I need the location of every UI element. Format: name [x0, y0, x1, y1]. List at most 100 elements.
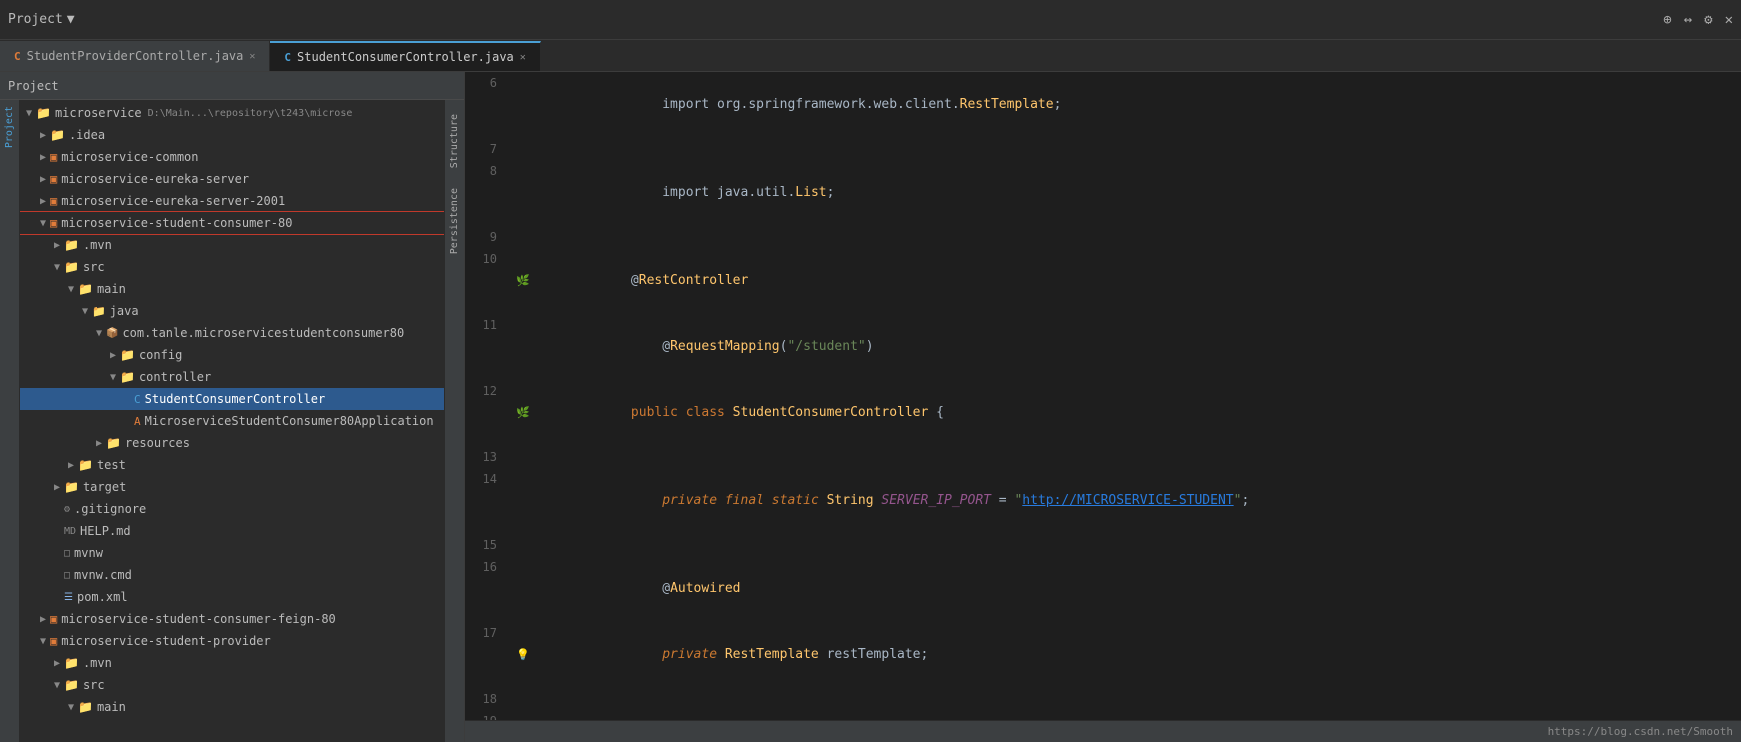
tree-item-mvnw[interactable]: □ mvnw [20, 542, 444, 564]
tab-bar: C StudentProviderController.java ✕ C Stu… [0, 40, 1741, 72]
tree-item-app[interactable]: A MicroserviceStudentConsumer80Applicati… [20, 410, 444, 432]
tree-arrow: ▼ [36, 218, 50, 229]
line-gutter [513, 534, 533, 556]
line-gutter [513, 710, 533, 720]
tree-item-eureka-2001[interactable]: ▶ ▣ microservice-eureka-server-2001 [20, 190, 444, 212]
project-label: Project [8, 12, 63, 27]
cmd-icon: □ [64, 570, 70, 581]
code-line-13: 13 [465, 446, 1741, 468]
tree-item-controller[interactable]: ▼ 📁 controller [20, 366, 444, 388]
tree-item-mvn[interactable]: ▶ 📁 .mvn [20, 234, 444, 256]
project-tab-vertical[interactable]: Project [2, 100, 17, 154]
split-icon[interactable]: ↔ [1684, 12, 1692, 28]
tab-close-consumer[interactable]: ✕ [520, 52, 526, 63]
tree-item-idea[interactable]: ▶ 📁 .idea [20, 124, 444, 146]
tree-label: src [83, 678, 105, 692]
line-gutter: 🌿 [513, 380, 533, 446]
code-content[interactable]: 6 import org.springframework.web.client.… [465, 72, 1741, 720]
tree-item-java[interactable]: ▼ 📁 java [20, 300, 444, 322]
project-dropdown[interactable]: Project ▼ [8, 12, 75, 27]
code-line-17: 17 💡 private RestTemplate restTemplate; [465, 622, 1741, 688]
line-gutter [513, 72, 533, 138]
module-icon: ▣ [50, 172, 57, 186]
tree-item-common[interactable]: ▶ ▣ microservice-common [20, 146, 444, 168]
folder-icon-src: 📁 [64, 260, 79, 274]
file-icon: □ [64, 548, 70, 559]
tree-item-provider[interactable]: ▼ ▣ microservice-student-provider [20, 630, 444, 652]
tree-item-consumer-controller[interactable]: C StudentConsumerController [20, 388, 444, 410]
folder-icon-controller: 📁 [120, 370, 135, 384]
line-number: 9 [465, 226, 513, 248]
tree-item-test[interactable]: ▶ 📁 test [20, 454, 444, 476]
line-code [533, 226, 1741, 248]
line-code [533, 446, 1741, 468]
line-gutter [513, 688, 533, 710]
gear-icon[interactable]: ⚙ [1704, 12, 1712, 28]
tab-label-provider: StudentProviderController.java [27, 49, 244, 63]
tree-label: microservice-student-consumer-feign-80 [61, 612, 336, 626]
tree-item-config[interactable]: ▶ 📁 config [20, 344, 444, 366]
tree-item-main[interactable]: ▼ 📁 main [20, 278, 444, 300]
close-icon[interactable]: ✕ [1725, 12, 1733, 28]
tree-label: main [97, 700, 126, 714]
tree-label: controller [139, 370, 211, 384]
tab-student-consumer[interactable]: C StudentConsumerController.java ✕ [270, 41, 540, 71]
tree-item-src[interactable]: ▼ 📁 src [20, 256, 444, 278]
folder-icon: 📁 [78, 458, 93, 472]
tree-item-mvnw-cmd[interactable]: □ mvnw.cmd [20, 564, 444, 586]
sidebar-header: Project [0, 72, 464, 100]
tree-label: microservice-common [61, 150, 198, 164]
tree-path: D:\Main...\repository\t243\microse [148, 108, 353, 119]
line-gutter [513, 138, 533, 160]
tree-item-src2[interactable]: ▼ 📁 src [20, 674, 444, 696]
tree-label: microservice [55, 106, 142, 120]
sidebar: Project Project ▼ 📁 microservice D:\Main… [0, 72, 465, 742]
tab-student-provider[interactable]: C StudentProviderController.java ✕ [0, 41, 270, 71]
tree-item-help[interactable]: MD HELP.md [20, 520, 444, 542]
code-line-19: 19 @PostMapping(value="/save") [465, 710, 1741, 720]
tree-label: mvnw [74, 546, 103, 560]
line-gutter: 🌿 [513, 248, 533, 314]
tree-label: resources [125, 436, 190, 450]
folder-icon: 📁 [36, 106, 51, 120]
code-line-7: 7 [465, 138, 1741, 160]
tree-item-eureka[interactable]: ▶ ▣ microservice-eureka-server [20, 168, 444, 190]
line-number: 18 [465, 688, 513, 710]
tree-label: com.tanle.microservicestudentconsumer80 [122, 326, 404, 340]
globe-icon[interactable]: ⊕ [1663, 12, 1671, 28]
tree-label: test [97, 458, 126, 472]
tree-item-package[interactable]: ▼ 📦 com.tanle.microservicestudentconsume… [20, 322, 444, 344]
tab-close-provider[interactable]: ✕ [249, 51, 255, 62]
tree-item-resources[interactable]: ▶ 📁 resources [20, 432, 444, 454]
tree-item-feign-80[interactable]: ▶ ▣ microservice-student-consumer-feign-… [20, 608, 444, 630]
tree-item-microservice[interactable]: ▼ 📁 microservice D:\Main...\repository\t… [20, 102, 444, 124]
persistence-tab[interactable]: Persistence [447, 182, 462, 260]
tree-arrow: ▶ [36, 196, 50, 207]
status-url: https://blog.csdn.net/Smooth [1548, 725, 1733, 738]
md-icon: MD [64, 526, 76, 537]
tree-item-mvn2[interactable]: ▶ 📁 .mvn [20, 652, 444, 674]
line-number: 6 [465, 72, 513, 138]
lamp-icon: 💡 [516, 644, 530, 666]
tree-item-consumer-80[interactable]: ▼ ▣ microservice-student-consumer-80 [20, 212, 444, 234]
line-code: @RequestMapping("/student") [533, 314, 1741, 380]
line-gutter [513, 226, 533, 248]
tree-arrow: ▶ [50, 482, 64, 493]
tree-arrow: ▼ [64, 284, 78, 295]
tree-item-pom[interactable]: ☰ pom.xml [20, 586, 444, 608]
structure-tab[interactable]: Structure [447, 108, 462, 174]
tree-item-gitignore[interactable]: ⚙ .gitignore [20, 498, 444, 520]
tree-arrow: ▼ [92, 328, 106, 339]
tree-item-main2[interactable]: ▼ 📁 main [20, 696, 444, 718]
line-number: 7 [465, 138, 513, 160]
folder-icon: 📁 [106, 436, 121, 450]
java-class-icon: C [134, 393, 141, 406]
line-gutter: 💡 [513, 622, 533, 688]
code-line-6: 6 import org.springframework.web.client.… [465, 72, 1741, 138]
line-number: 10 [465, 248, 513, 314]
tree-item-target[interactable]: ▶ 📁 target [20, 476, 444, 498]
java-icon: C [14, 50, 21, 63]
tree-label: microservice-student-provider [61, 634, 271, 648]
line-number: 16 [465, 556, 513, 622]
tree-arrow: ▶ [50, 240, 64, 251]
